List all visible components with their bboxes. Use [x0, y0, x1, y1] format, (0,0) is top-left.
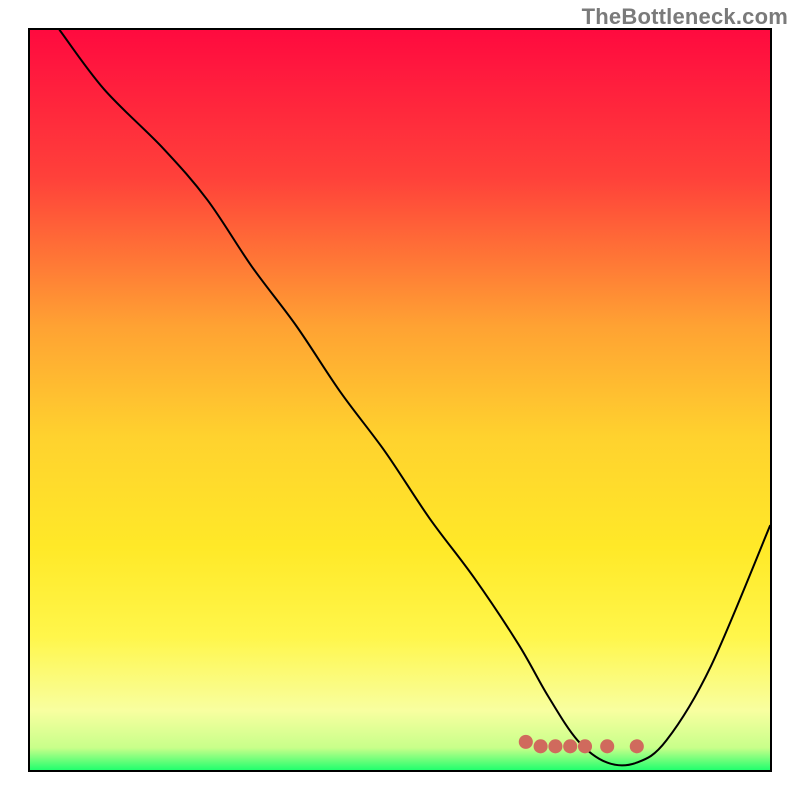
marker-dots	[30, 30, 770, 770]
chart-stage: TheBottleneck.com	[0, 0, 800, 800]
marker-dot	[534, 739, 548, 753]
marker-dot	[519, 735, 533, 749]
marker-dot	[578, 739, 592, 753]
marker-dot	[630, 739, 644, 753]
marker-dot	[600, 739, 614, 753]
watermark-text: TheBottleneck.com	[582, 4, 788, 30]
marker-dot	[563, 739, 577, 753]
plot-area	[28, 28, 772, 772]
marker-dot	[548, 739, 562, 753]
